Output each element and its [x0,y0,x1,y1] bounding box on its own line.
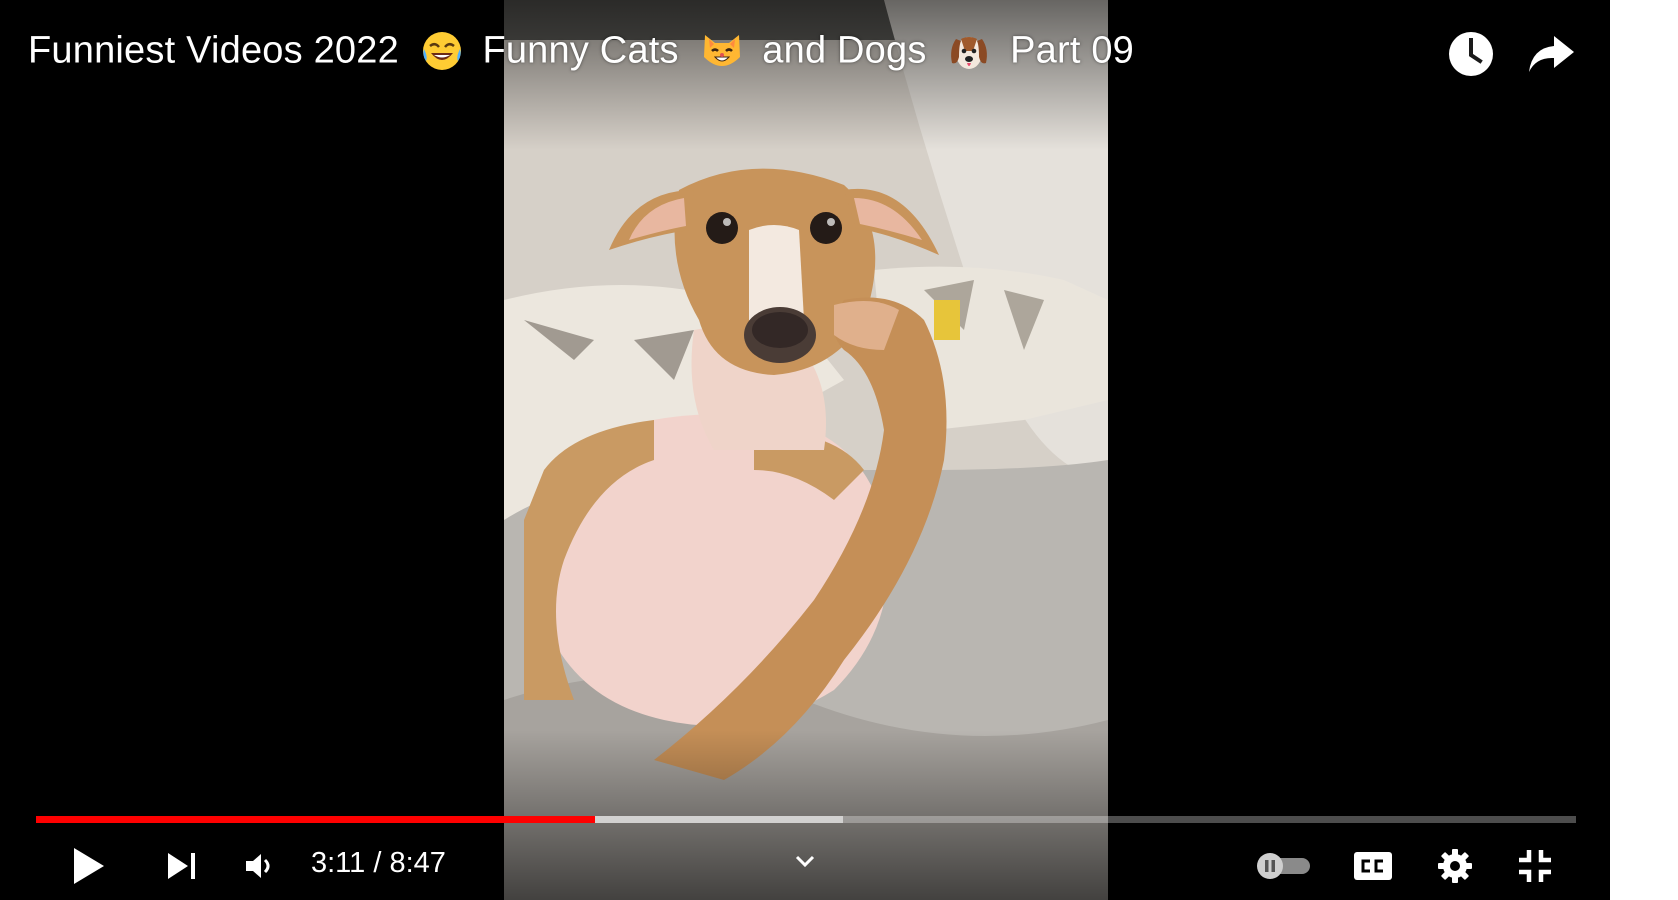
more-videos-button[interactable] [788,846,822,876]
face-with-tears-of-joy-icon [422,31,461,70]
title-part-3: and Dogs [762,29,927,72]
autoplay-toggle[interactable] [1250,838,1316,894]
watch-later-clock-icon [1449,32,1493,76]
share-button[interactable] [1523,26,1579,82]
next-button[interactable] [160,838,204,894]
title-part-1: Funniest Videos 2022 [28,29,399,72]
video-player[interactable]: Funniest Videos 2022 Funny Cats and Dogs [0,0,1610,900]
dog-face-icon [951,36,988,69]
time-separator: / [373,846,382,879]
mute-button[interactable] [238,838,280,894]
progress-bar[interactable] [36,816,1576,823]
play-button[interactable] [64,838,112,894]
settings-button[interactable] [1430,838,1480,894]
autoplay-toggle-icon [1257,853,1310,879]
title-part-2: Funny Cats [482,29,679,72]
play-icon [74,848,104,884]
title-part-4: Part 09 [1010,29,1135,72]
current-time: 3:11 [311,846,366,879]
next-icon [168,853,195,879]
chevron-down-icon [795,855,815,868]
video-title[interactable]: Funniest Videos 2022 Funny Cats and Dogs [28,28,1134,73]
volume-icon [246,854,270,878]
subtitles-button[interactable] [1348,838,1398,894]
progress-played [36,816,596,823]
share-arrow-icon [1529,36,1574,72]
settings-gear-icon [1438,849,1472,883]
duration: 8:47 [389,846,446,879]
exit-fullscreen-button[interactable] [1510,838,1560,894]
time-display: 3:11 / 8:47 [311,846,446,880]
subtitles-cc-icon [1354,852,1392,880]
cat-face-icon [703,34,740,66]
exit-fullscreen-icon [1519,850,1551,882]
video-frame[interactable] [504,0,1108,900]
video-scene-image [504,0,1108,900]
watch-later-button[interactable] [1443,26,1499,82]
